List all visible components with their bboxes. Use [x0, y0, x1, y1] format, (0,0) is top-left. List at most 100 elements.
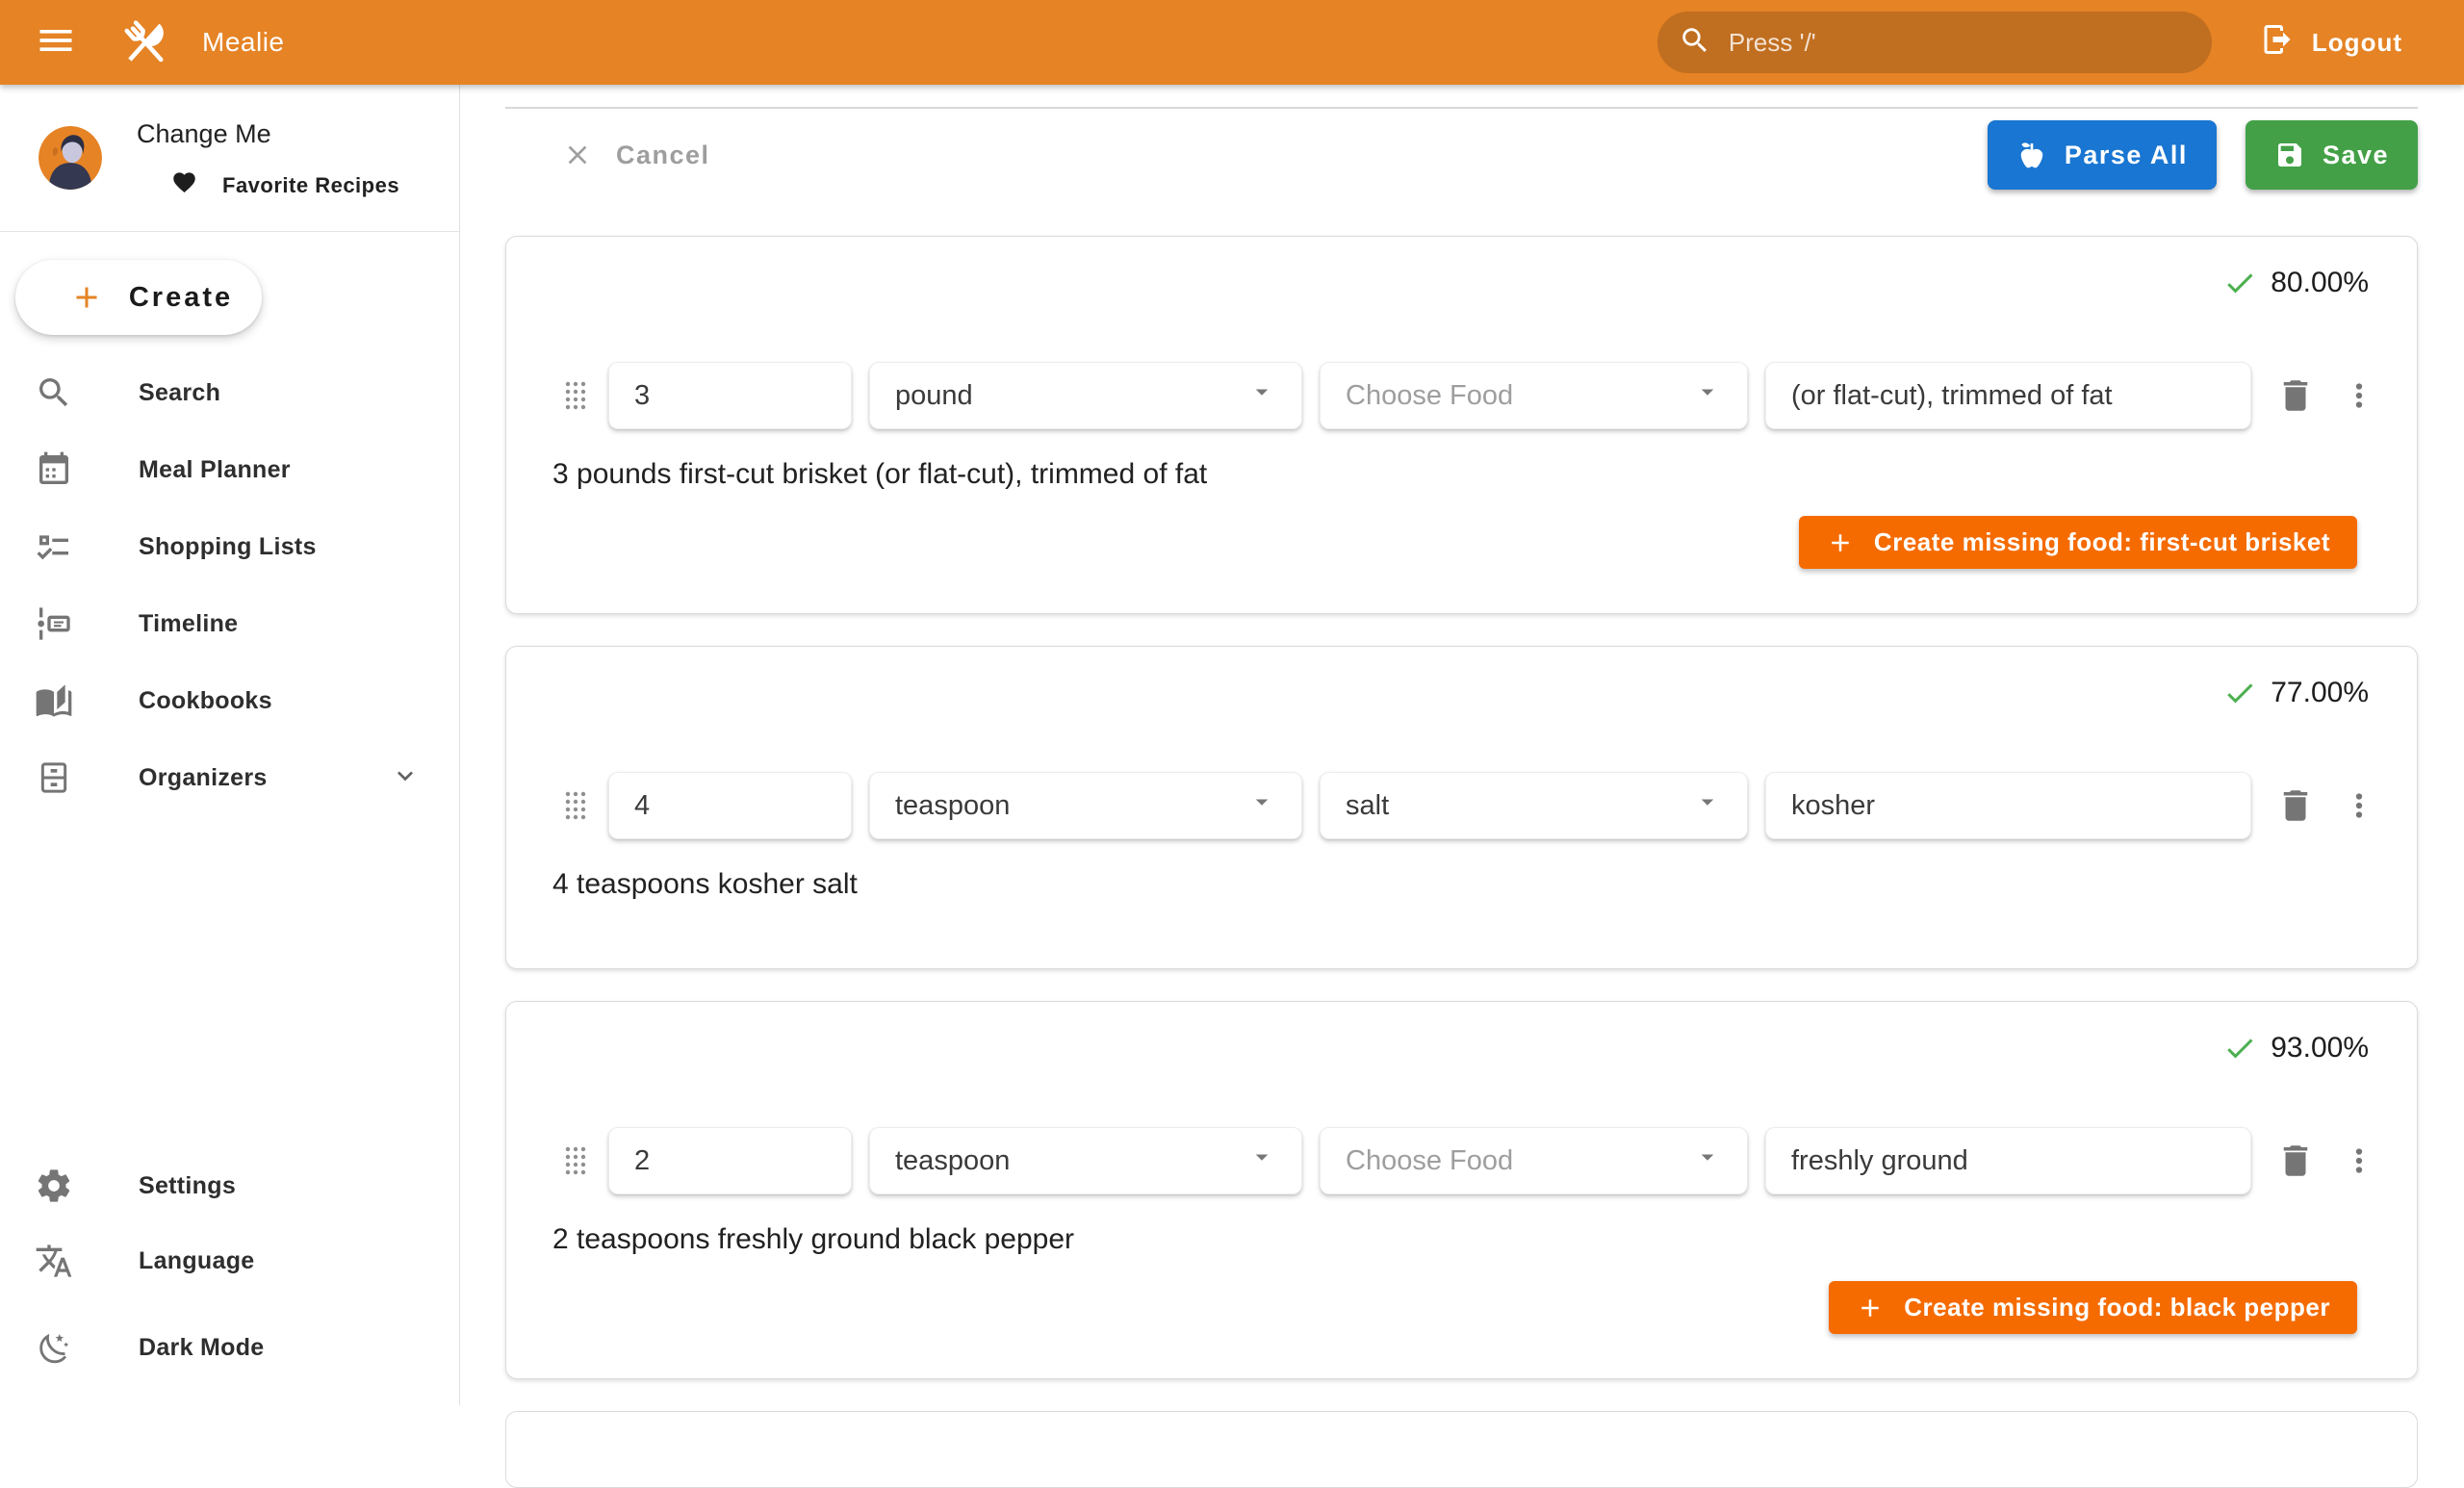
confidence-value: 80.00%	[2271, 267, 2369, 299]
drag-handle[interactable]	[564, 790, 587, 821]
parser-toolbar: Cancel Parse All Save	[505, 120, 2418, 190]
check-icon	[2222, 676, 2257, 710]
unit-select[interactable]: teaspoon	[869, 772, 1302, 839]
cancel-label: Cancel	[616, 141, 710, 170]
close-icon	[562, 140, 593, 170]
food-value: Choose Food	[1346, 380, 1513, 412]
sidebar-item-shopping-lists[interactable]: Shopping Lists	[0, 512, 459, 581]
sidebar-item-label: Meal Planner	[139, 456, 291, 484]
food-select[interactable]: salt	[1320, 772, 1748, 839]
sidebar-item-cookbooks[interactable]: Cookbooks	[0, 666, 459, 735]
logout-button[interactable]: Logout	[2243, 22, 2402, 64]
parse-all-button[interactable]: Parse All	[1988, 120, 2217, 190]
hamburger-menu-button[interactable]	[31, 17, 81, 67]
more-button[interactable]	[2332, 1134, 2386, 1188]
search-icon	[35, 373, 73, 412]
ingredient-card: 93.00% teaspoon Choose Food 2 teaspo	[505, 1001, 2418, 1379]
plus-icon	[1856, 1294, 1885, 1322]
note-input[interactable]	[1765, 362, 2251, 429]
create-missing-food-label: Create missing food: black pepper	[1904, 1293, 2330, 1322]
confidence-value: 93.00%	[2271, 1032, 2369, 1065]
sidebar-item-timeline[interactable]: Timeline	[0, 589, 459, 658]
create-button[interactable]: Create	[15, 260, 262, 335]
app-bar: Mealie Logout	[0, 0, 2464, 85]
drag-handle[interactable]	[564, 380, 587, 411]
check-icon	[2222, 1031, 2257, 1065]
dropdown-caret-icon	[1693, 1142, 1722, 1179]
main-content: Cancel Parse All Save 80.00% pound	[460, 85, 2464, 1405]
ingredient-card: 77.00% teaspoon salt 4 teaspoons kos	[505, 646, 2418, 969]
delete-button[interactable]	[2269, 779, 2323, 833]
note-input[interactable]	[1765, 772, 2251, 839]
sidebar-divider	[0, 231, 459, 232]
save-label: Save	[2323, 141, 2389, 170]
sidebar-item-organizers[interactable]: Organizers	[0, 743, 459, 812]
original-text: 2 teaspoons freshly ground black pepper	[552, 1223, 2386, 1256]
sidebar-item-dark-mode[interactable]: Dark Mode	[0, 1313, 459, 1382]
sidebar-item-label: Cookbooks	[139, 687, 272, 715]
search-icon	[1679, 24, 1711, 62]
unit-select[interactable]: teaspoon	[869, 1127, 1302, 1194]
dropdown-caret-icon	[1247, 377, 1276, 414]
timeline-icon	[35, 604, 73, 643]
create-missing-food-label: Create missing food: first-cut brisket	[1874, 527, 2330, 557]
content-top-divider	[505, 107, 2418, 109]
unit-select[interactable]: pound	[869, 362, 1302, 429]
food-select[interactable]: Choose Food	[1320, 362, 1748, 429]
favorite-recipes-label: Favorite Recipes	[222, 173, 399, 198]
sidebar-item-label: Timeline	[139, 610, 238, 638]
apple-icon	[2016, 140, 2047, 170]
quantity-input[interactable]	[608, 362, 852, 429]
sidebar-item-search[interactable]: Search	[0, 358, 459, 427]
confidence-badge: 77.00%	[537, 647, 2386, 710]
trash-icon	[2275, 785, 2316, 826]
sidebar-item-meal-planner[interactable]: Meal Planner	[0, 435, 459, 504]
sidebar-item-label: Settings	[139, 1172, 236, 1200]
app-title: Mealie	[202, 27, 284, 58]
confidence-badge: 80.00%	[537, 237, 2386, 300]
drag-handle[interactable]	[564, 1145, 587, 1176]
user-avatar[interactable]	[38, 126, 102, 190]
calendar-icon	[35, 450, 73, 489]
original-text: 3 pounds first-cut brisket (or flat-cut)…	[552, 458, 2386, 491]
sidebar-bottom-nav: Settings Language Dark Mode	[0, 1151, 459, 1382]
dropdown-caret-icon	[1247, 1142, 1276, 1179]
dropdown-caret-icon	[1693, 377, 1722, 414]
more-button[interactable]	[2332, 779, 2386, 833]
quantity-input[interactable]	[608, 772, 852, 839]
sidebar: Change Me Favorite Recipes Create Search…	[0, 85, 460, 1405]
sidebar-item-language[interactable]: Language	[0, 1226, 459, 1296]
search-input[interactable]	[1729, 28, 2191, 58]
sidebar-item-label: Organizers	[139, 764, 268, 792]
user-name: Change Me	[137, 119, 271, 149]
quantity-input[interactable]	[608, 1127, 852, 1194]
food-select[interactable]: Choose Food	[1320, 1127, 1748, 1194]
save-button[interactable]: Save	[2246, 120, 2418, 190]
delete-button[interactable]	[2269, 1134, 2323, 1188]
plus-icon	[69, 280, 104, 315]
global-search-box[interactable]	[1657, 12, 2212, 73]
ingredient-card: 80.00% pound Choose Food 3 pounds fi	[505, 236, 2418, 614]
food-value: Choose Food	[1346, 1145, 1513, 1177]
sidebar-item-label: Dark Mode	[139, 1334, 265, 1362]
checklist-icon	[35, 527, 73, 566]
trash-icon	[2275, 375, 2316, 416]
kebab-icon	[2341, 787, 2377, 824]
delete-button[interactable]	[2269, 369, 2323, 423]
kebab-icon	[2341, 377, 2377, 414]
logout-label: Logout	[2312, 28, 2402, 58]
mealie-logo-icon[interactable]	[117, 14, 173, 70]
create-missing-food-button[interactable]: Create missing food: first-cut brisket	[1799, 516, 2357, 569]
sidebar-item-settings[interactable]: Settings	[0, 1151, 459, 1220]
more-button[interactable]	[2332, 369, 2386, 423]
cancel-button[interactable]: Cancel	[539, 140, 710, 170]
translate-icon	[35, 1242, 73, 1280]
food-value: salt	[1346, 790, 1389, 822]
unit-value: teaspoon	[895, 790, 1010, 822]
check-icon	[2222, 266, 2257, 300]
moon-stars-icon	[35, 1328, 73, 1367]
create-missing-food-button[interactable]: Create missing food: black pepper	[1829, 1281, 2357, 1334]
note-input[interactable]	[1765, 1127, 2251, 1194]
sidebar-item-label: Shopping Lists	[139, 533, 317, 561]
favorite-recipes-link[interactable]: Favorite Recipes	[146, 169, 399, 201]
